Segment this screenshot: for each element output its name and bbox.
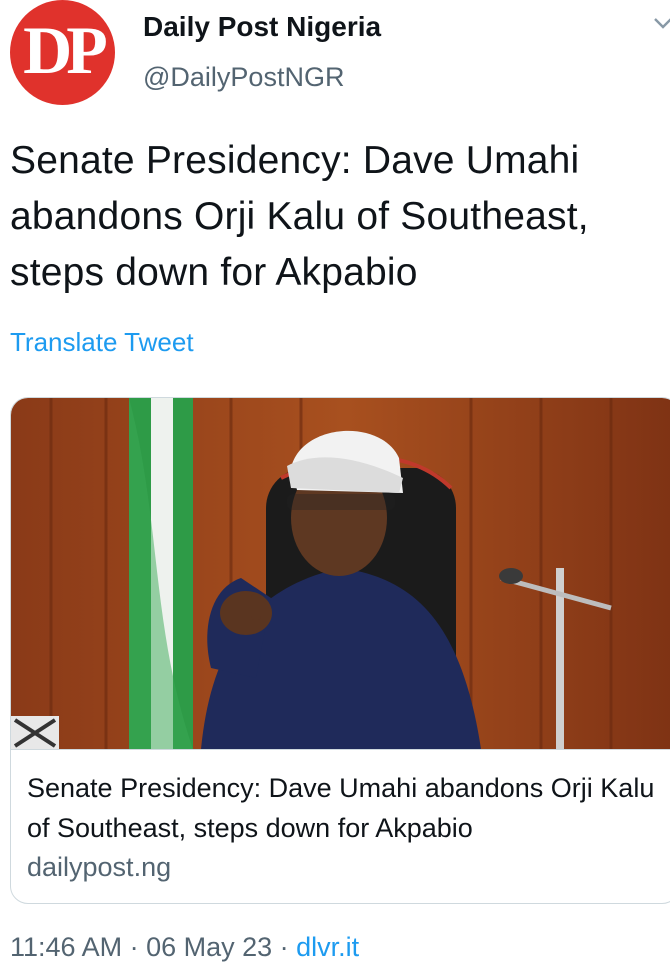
tweet-time[interactable]: 11:46 AM <box>10 932 122 962</box>
card-photo <box>11 398 670 749</box>
avatar[interactable]: DP <box>10 0 115 105</box>
tweet-source-link[interactable]: dlvr.it <box>296 932 359 962</box>
tweet-header: DP Daily Post Nigeria @DailyPostNGR <box>0 0 670 110</box>
translate-tweet-link[interactable]: Translate Tweet <box>10 325 194 359</box>
chevron-down-icon[interactable] <box>652 12 670 34</box>
tweet-text: Senate Presidency: Dave Umahi abandons O… <box>10 139 589 294</box>
link-card[interactable]: Senate Presidency: Dave Umahi abandons O… <box>10 397 670 904</box>
tweet-meta: 11:46 AM · 06 May 23 · dlvr.it <box>10 930 359 964</box>
user-handle[interactable]: @DailyPostNGR <box>143 60 344 94</box>
display-name[interactable]: Daily Post Nigeria <box>143 10 381 44</box>
card-image[interactable] <box>11 398 670 749</box>
card-domain: dailypost.ng <box>27 852 172 882</box>
card-body[interactable]: Senate Presidency: Dave Umahi abandons O… <box>11 749 670 903</box>
tweet-date[interactable]: 06 May 23 <box>146 932 272 962</box>
meta-separator: · <box>122 932 147 962</box>
card-title[interactable]: Senate Presidency: Dave Umahi abandons O… <box>27 768 667 848</box>
meta-separator: · <box>272 932 297 962</box>
avatar-logo-text: DP <box>23 12 108 88</box>
